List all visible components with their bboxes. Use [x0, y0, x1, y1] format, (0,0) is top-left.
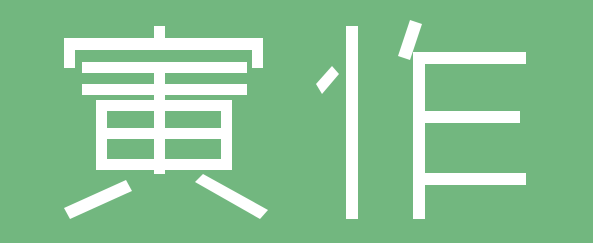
logo-char-1	[64, 26, 268, 219]
logo-tile: 寅作	[0, 0, 593, 243]
logo-char-2	[316, 20, 526, 219]
logo-mark	[64, 20, 526, 219]
